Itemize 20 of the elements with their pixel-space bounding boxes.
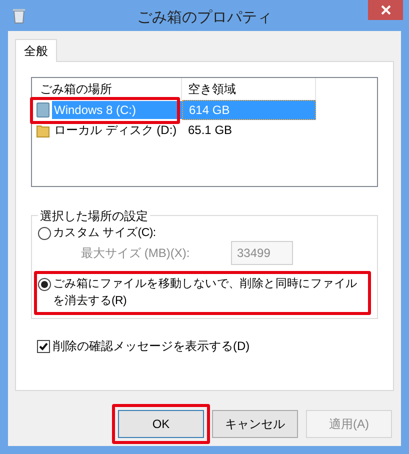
radio-label[interactable]: ごみ箱にファイルを移動しないで、削除と同時にファイルを消去する(R) xyxy=(53,276,367,310)
checkbox-label[interactable]: 削除の確認メッセージを表示する(D) xyxy=(53,337,250,355)
free-space-cell: 614 GB xyxy=(182,100,316,120)
group-title: 選択した場所の設定 xyxy=(38,207,150,225)
field-label: 最大サイズ (MB)(X): xyxy=(81,245,191,262)
dialog-button[interactable]: OK xyxy=(118,410,204,438)
location-name[interactable]: ローカル ディスク (D:) xyxy=(52,121,179,139)
recycle-bin-icon xyxy=(12,8,26,24)
drive-icon xyxy=(36,102,50,118)
window-title: ごみ箱のプロパティ xyxy=(136,8,273,28)
close-button[interactable] xyxy=(368,0,403,20)
radio-button[interactable] xyxy=(38,227,51,240)
dialog-button[interactable]: キャンセル xyxy=(212,410,298,438)
tab[interactable]: 全般 xyxy=(15,39,57,62)
checkbox[interactable] xyxy=(37,340,50,352)
radio-label[interactable]: カスタム サイズ(C): xyxy=(53,225,156,242)
column-header[interactable]: ごみ箱の場所 xyxy=(32,78,182,100)
close-icon xyxy=(380,5,390,15)
radio-button[interactable] xyxy=(38,278,51,291)
free-space-cell-text: 65.1 GB xyxy=(187,122,234,139)
